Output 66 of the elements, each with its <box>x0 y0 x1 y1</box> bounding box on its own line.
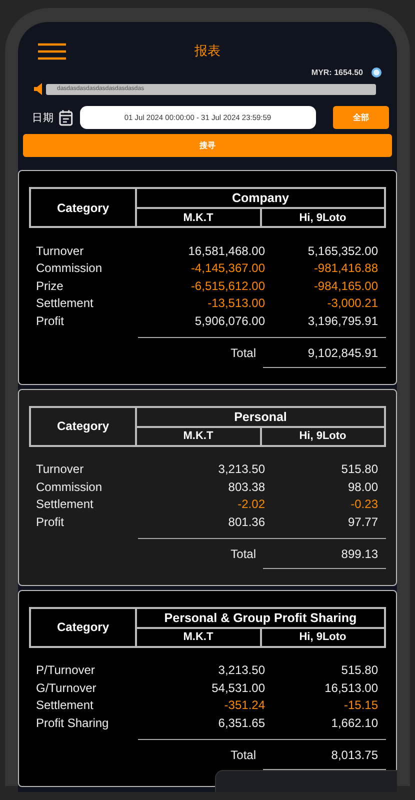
report-title: Company <box>136 188 385 208</box>
amount-text: -4,145,367.00 <box>190 261 266 276</box>
row-label: Settlement <box>36 698 94 712</box>
report-title: Personal & Group Profit Sharing <box>136 608 385 628</box>
report-title: Personal <box>136 406 385 426</box>
row-label: P/Turnover <box>36 663 96 678</box>
coin-icon <box>371 67 382 78</box>
row-label: Commission <box>36 261 104 276</box>
amount-text: 6,351.65 <box>217 716 266 730</box>
column-header: Hi, 9Loto <box>260 426 385 446</box>
column-header: M.K.T <box>136 628 260 646</box>
column-header: M.K.T <box>136 208 260 227</box>
row-label: Commission <box>36 480 104 494</box>
column-header: Hi, 9Loto <box>260 628 385 646</box>
amount-text: -981,416.88 <box>312 261 379 276</box>
amount-text: 5,906,076.00 <box>194 314 266 328</box>
amount-text: 515.80 <box>340 663 379 678</box>
amount-text: 1,662.10 <box>330 716 379 730</box>
amount-text: 54,531.00 <box>210 680 266 695</box>
column-header: Category <box>30 188 136 227</box>
amount-text: 803.38 <box>227 480 266 494</box>
amount-text: 16,581,468.00 <box>187 244 266 258</box>
row-label: Profit <box>36 314 66 328</box>
row-label: Settlement <box>36 296 94 310</box>
amount-text: -0.23 <box>350 497 379 512</box>
search-button[interactable]: 搜寻 <box>23 134 392 157</box>
total-label: Total <box>230 547 257 561</box>
amount-text: 98.00 <box>346 480 379 494</box>
row-label: Prize <box>36 278 64 293</box>
row-label: G/Turnover <box>36 680 98 695</box>
date-label: 日期 <box>32 110 54 124</box>
row-label: Turnover <box>36 462 85 476</box>
page-title: 报表 <box>194 42 222 60</box>
balance-text: MYR: 1654.50 <box>311 68 363 77</box>
row-label: Profit <box>36 514 66 529</box>
amount-text: -13,513.00 <box>206 296 266 310</box>
total-label: Total <box>230 748 257 762</box>
row-label: Turnover <box>36 244 85 258</box>
amount-text: 3,213.50 <box>217 663 266 678</box>
speaker-icon <box>34 83 42 95</box>
amount-text: 3,213.50 <box>217 462 266 476</box>
amount-text: 515.80 <box>340 462 379 476</box>
amount-text: -351.24 <box>223 698 266 712</box>
calendar-icon[interactable] <box>59 110 73 126</box>
column-header: Category <box>30 608 136 646</box>
total-label: Total <box>230 346 257 360</box>
total-amount: 899.13 <box>340 547 379 561</box>
amount-text: -15.15 <box>342 698 379 712</box>
column-header: Category <box>30 406 136 446</box>
amount-text: 97.77 <box>346 514 379 529</box>
amount-text: 16,513.00 <box>324 680 379 695</box>
amount-text: 5,165,352.00 <box>306 244 379 258</box>
amount-text: -6,515,612.00 <box>190 278 266 293</box>
amount-text: -984,165.00 <box>312 278 379 293</box>
row-label: Profit Sharing <box>36 716 110 730</box>
amount-text: -2.02 <box>236 497 266 512</box>
row-label: Settlement <box>36 497 94 512</box>
column-header: M.K.T <box>136 426 260 446</box>
total-amount: 9,102,845.91 <box>306 346 379 360</box>
amount-text: -3,000.21 <box>326 296 379 310</box>
column-header: Hi, 9Loto <box>260 208 385 227</box>
amount-text: 801.36 <box>227 514 266 529</box>
all-button[interactable]: 全部 <box>332 106 389 129</box>
total-amount: 8,013.75 <box>330 748 379 762</box>
menu-icon[interactable] <box>38 42 66 60</box>
amount-text: 3,196,795.91 <box>306 314 379 328</box>
